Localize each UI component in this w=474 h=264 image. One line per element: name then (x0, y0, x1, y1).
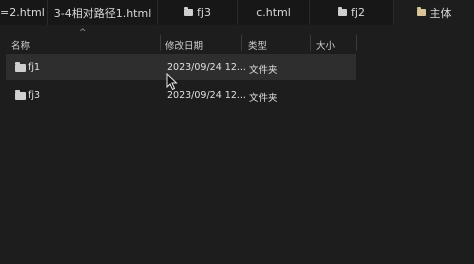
folder-icon (184, 7, 194, 16)
tab-label: fj2 (351, 6, 365, 19)
folder-icon (338, 7, 348, 16)
tab-3-4-html[interactable]: 3-4相对路径1.html (48, 0, 158, 25)
tab-label: =2.html (0, 6, 45, 19)
item-modified: 2023/09/24 12... (167, 62, 246, 73)
column-divider[interactable] (241, 35, 242, 51)
column-divider[interactable] (160, 35, 161, 51)
tab-label: 主体 (429, 6, 452, 20)
item-name: fj1 (28, 62, 41, 73)
column-divider[interactable] (356, 35, 357, 51)
tab-label: 3-4相对路径1.html (53, 6, 152, 20)
item-name: fj3 (28, 90, 41, 101)
column-modified-header[interactable]: 修改日期 (165, 38, 203, 52)
tab-2-html[interactable]: =2.html (0, 0, 48, 25)
list-item[interactable]: fj1 2023/09/24 12... 文件夹 (6, 54, 356, 80)
tab-label: c.html (256, 6, 291, 19)
item-type: 文件夹 (249, 65, 278, 76)
tab-fj2[interactable]: fj2 (310, 0, 394, 25)
column-header: 名称 修改日期 类型 大小 (0, 32, 474, 54)
tab-fj3[interactable]: fj3 (158, 0, 238, 25)
tab-main[interactable]: 主体 (394, 0, 474, 25)
tab-bar: =2.html 3-4相对路径1.html fj3 c.html fj2 主体 (0, 0, 474, 25)
tab-label: fj3 (197, 6, 211, 19)
item-modified: 2023/09/24 12... (167, 90, 246, 101)
column-name-header[interactable]: 名称 (11, 38, 30, 52)
list-item[interactable]: fj3 2023/09/24 12... 文件夹 (6, 82, 356, 108)
item-type: 文件夹 (249, 93, 278, 104)
folder-icon (15, 62, 26, 72)
folder-icon (416, 7, 426, 16)
mouse-pointer-icon (166, 73, 178, 91)
column-type-header[interactable]: 类型 (248, 38, 267, 52)
column-divider[interactable] (310, 35, 311, 51)
column-size-header[interactable]: 大小 (316, 38, 335, 52)
tab-c-html[interactable]: c.html (238, 0, 310, 25)
folder-icon (15, 90, 26, 100)
